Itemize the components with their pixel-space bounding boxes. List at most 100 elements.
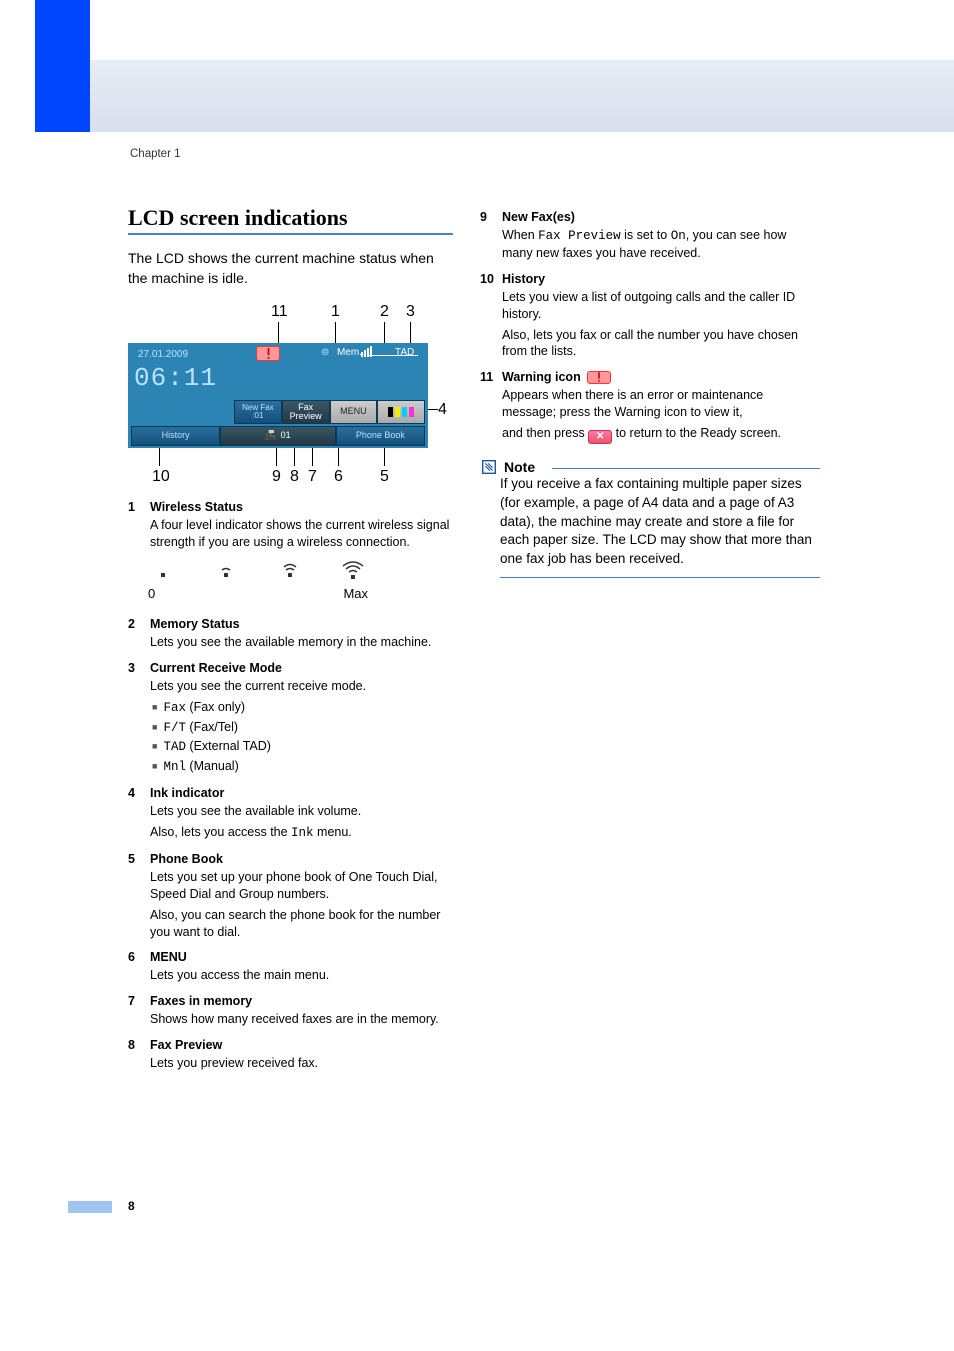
lcd-illustration: 11 1 2 3 4 10 9 8 7 6 5 27.01.2009 06:11 bbox=[128, 306, 453, 486]
tick bbox=[294, 448, 295, 466]
def-body: Lets you access the main menu. bbox=[150, 967, 453, 984]
wifi-level-1-icon bbox=[211, 561, 241, 582]
history-label: History bbox=[162, 431, 190, 440]
def-wireless-status: 1 Wireless Status A four level indicator… bbox=[128, 500, 453, 551]
def-body: Shows how many received faxes are in the… bbox=[150, 1011, 453, 1028]
note-bottom-rule bbox=[500, 577, 820, 578]
tick bbox=[312, 448, 313, 466]
def-title: Fax Preview bbox=[150, 1038, 453, 1052]
wifi-level-3-icon bbox=[338, 561, 368, 582]
callout-3: 3 bbox=[406, 303, 415, 321]
tick bbox=[159, 448, 160, 466]
lcd-mem-label: Mem. bbox=[337, 347, 362, 358]
note-icon bbox=[480, 458, 498, 476]
def-body: Lets you preview received fax. bbox=[150, 1055, 453, 1072]
def-num: 6 bbox=[128, 950, 135, 964]
warning-icon bbox=[587, 371, 611, 384]
wifi-level-0-icon bbox=[148, 561, 178, 582]
def-num: 4 bbox=[128, 786, 135, 800]
list-item: F/T (Fax/Tel) bbox=[152, 719, 453, 737]
lcd-time: 06:11 bbox=[134, 363, 217, 393]
callout-6: 6 bbox=[334, 468, 343, 486]
def-title: History bbox=[502, 272, 820, 286]
list-item: Fax (Fax only) bbox=[152, 699, 453, 717]
footer-accent-bar bbox=[68, 1201, 112, 1213]
callout-11: 11 bbox=[271, 303, 288, 321]
wifi-level-2-icon bbox=[275, 561, 305, 582]
warning-icon bbox=[256, 346, 280, 361]
lcd-button-row-1: New Fax:01 Fax Preview MENU bbox=[234, 400, 425, 424]
def-receive-mode: 3 Current Receive Mode Lets you see the … bbox=[128, 661, 453, 776]
def-num: 8 bbox=[128, 1038, 135, 1052]
def-num: 2 bbox=[128, 617, 135, 631]
tick bbox=[276, 448, 277, 466]
lcd-phone-book-button: Phone Book bbox=[336, 426, 425, 446]
def-num: 1 bbox=[128, 500, 135, 514]
def-faxes-in-memory: 7 Faxes in memory Shows how many receive… bbox=[128, 994, 453, 1028]
section-title: LCD screen indications bbox=[128, 205, 453, 231]
callout-4: 4 bbox=[438, 401, 447, 419]
lcd-panel: 27.01.2009 06:11 ⊜ Mem. TAD New Fax:01 F… bbox=[128, 343, 428, 448]
def-num: 10 bbox=[480, 272, 494, 286]
def-body: Lets you see the current receive mode. F… bbox=[150, 678, 453, 776]
def-ink-indicator: 4 Ink indicator Lets you see the availab… bbox=[128, 786, 453, 842]
lcd-tad-label: TAD bbox=[395, 347, 414, 358]
def-title: Current Receive Mode bbox=[150, 661, 453, 675]
callout-5: 5 bbox=[380, 468, 389, 486]
chapter-label: Chapter 1 bbox=[130, 148, 181, 160]
phone-book-label: Phone Book bbox=[356, 431, 405, 440]
receive-mode-list: Fax (Fax only) F/T (Fax/Tel) TAD (Extern… bbox=[152, 699, 453, 777]
wifi-scale-labels: 0 Max bbox=[148, 586, 368, 601]
wifi-max-label: Max bbox=[343, 586, 368, 601]
tick bbox=[384, 448, 385, 466]
right-column: 9 New Fax(es) When Fax Preview is set to… bbox=[480, 210, 820, 578]
def-title: New Fax(es) bbox=[502, 210, 820, 224]
def-num: 3 bbox=[128, 661, 135, 675]
note-body: If you receive a fax containing multiple… bbox=[500, 475, 820, 569]
callout-7: 7 bbox=[308, 468, 317, 486]
ink-level-icon bbox=[378, 407, 424, 417]
fax-mem-count: 01 bbox=[281, 431, 291, 440]
def-new-faxes: 9 New Fax(es) When Fax Preview is set to… bbox=[480, 210, 820, 262]
def-memory-status: 2 Memory Status Lets you see the availab… bbox=[128, 617, 453, 651]
callout-9: 9 bbox=[272, 468, 281, 486]
lcd-menu-button: MENU bbox=[330, 400, 378, 424]
lcd-ink-button bbox=[377, 400, 425, 424]
callout-2: 2 bbox=[380, 303, 389, 321]
def-body: Appears when there is an error or mainte… bbox=[502, 387, 820, 444]
def-body: When Fax Preview is set to On, you can s… bbox=[502, 227, 820, 262]
def-title: Faxes in memory bbox=[150, 994, 453, 1008]
menu-label: MENU bbox=[340, 407, 367, 416]
def-warning-icon: 11 Warning icon Appears when there is an… bbox=[480, 370, 820, 444]
left-column: LCD screen indications The LCD shows the… bbox=[128, 205, 453, 1082]
def-num: 7 bbox=[128, 994, 135, 1008]
def-num: 9 bbox=[480, 210, 487, 224]
def-title: Memory Status bbox=[150, 617, 453, 631]
lcd-date: 27.01.2009 bbox=[138, 349, 188, 360]
intro-text: The LCD shows the current machine status… bbox=[128, 249, 453, 288]
lcd-fax-mem-button: 📠 01 bbox=[220, 426, 335, 446]
def-title: Ink indicator bbox=[150, 786, 453, 800]
def-body: A four level indicator shows the current… bbox=[150, 517, 453, 551]
wifi-min-label: 0 bbox=[148, 586, 155, 601]
close-icon: ✕ bbox=[588, 430, 612, 444]
fax-preview-label: Fax Preview bbox=[283, 403, 329, 422]
def-num: 11 bbox=[480, 370, 493, 384]
def-history: 10 History Lets you view a list of outgo… bbox=[480, 272, 820, 361]
note-header: Note bbox=[480, 458, 820, 476]
def-title: MENU bbox=[150, 950, 453, 964]
page-number: 8 bbox=[128, 1199, 135, 1213]
callout-8: 8 bbox=[290, 468, 299, 486]
side-accent-bar bbox=[35, 0, 90, 132]
title-rule bbox=[128, 233, 453, 235]
wifi-strength-scale bbox=[148, 561, 368, 582]
lcd-new-fax-button: New Fax:01 bbox=[234, 400, 282, 424]
def-menu: 6 MENU Lets you access the main menu. bbox=[128, 950, 453, 984]
lcd-fax-preview-button: Fax Preview bbox=[282, 400, 330, 424]
header-gradient-bar bbox=[90, 60, 954, 132]
def-body: Lets you see the available ink volume. A… bbox=[150, 803, 453, 842]
def-num: 5 bbox=[128, 852, 135, 866]
fax-icon: 📠 bbox=[265, 431, 276, 440]
callout-1: 1 bbox=[331, 303, 340, 321]
tick bbox=[428, 409, 438, 410]
